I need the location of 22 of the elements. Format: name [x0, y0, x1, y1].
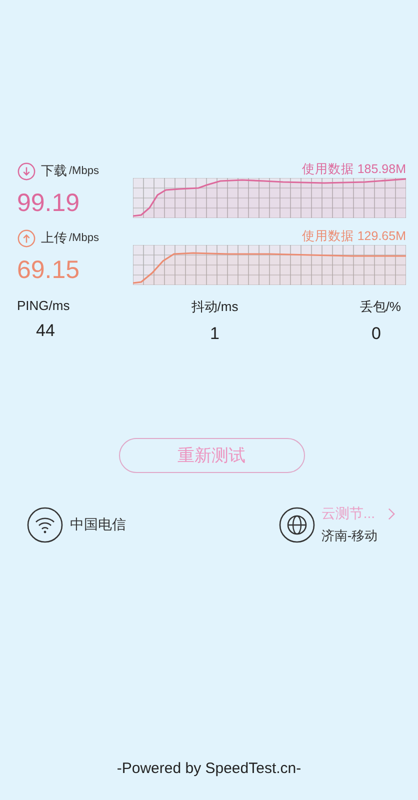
result-label: 下载 — [41, 162, 67, 180]
stat-value: 1 — [210, 324, 220, 344]
server-selector[interactable]: 云测节... 济南-移动 — [279, 505, 396, 545]
stat-value: 44 — [36, 321, 55, 341]
unit-label: /Mbps — [69, 165, 99, 177]
stat-label: 抖动/ms — [191, 298, 238, 316]
result-label: 上传 — [41, 229, 67, 247]
globe-icon — [279, 507, 316, 543]
server-name: 云测节... — [321, 505, 375, 523]
stat-value: 0 — [372, 324, 381, 344]
stat-label: PING/ms — [17, 298, 70, 313]
footer-text: -Powered by SpeedTest.cn- — [116, 760, 302, 777]
stat-label: 丢包/% — [360, 298, 401, 316]
data-usage: 使用数据 129.65M — [302, 228, 406, 245]
chevron-right-icon — [387, 507, 396, 521]
data-usage: 使用数据 185.98M — [302, 161, 406, 178]
unit-label: /Mbps — [69, 232, 99, 244]
server-location: 济南-移动 — [321, 527, 379, 545]
speed-value: 69.15 — [17, 256, 81, 285]
operator-name: 中国电信 — [70, 516, 126, 534]
wifi-icon — [27, 507, 63, 543]
speed-value: 99.19 — [17, 189, 81, 218]
